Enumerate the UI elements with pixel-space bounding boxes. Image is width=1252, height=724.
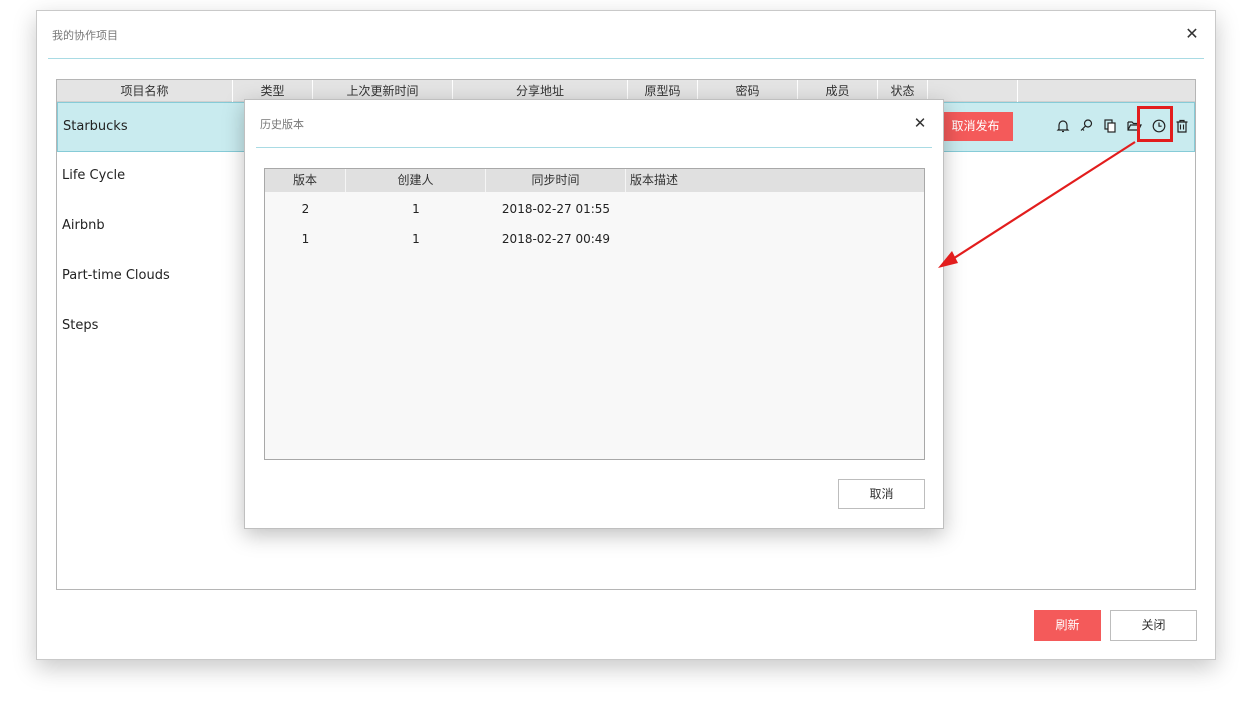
refresh-button[interactable]: 刷新 [1034,610,1101,641]
version-cell: 1 [301,232,310,246]
description-cell [626,224,924,254]
version-cell: 2 [301,202,310,216]
sync-time-cell: 2018-02-27 01:55 [501,202,611,216]
close-icon[interactable]: ✕ [1183,25,1201,43]
creator-cell: 1 [412,202,420,216]
table-row[interactable]: 1 1 2018-02-27 00:49 [265,224,924,254]
project-name: Airbnb [62,218,105,233]
column-header-version[interactable]: 版本 [265,169,346,192]
key-icon[interactable] [1077,117,1095,135]
column-header-sync-time[interactable]: 同步时间 [486,169,626,192]
version-table: 版本 创建人 同步时间 版本描述 2 1 2018-02-27 01:55 1 … [264,168,925,460]
project-name: Part-time Clouds [62,268,170,283]
column-header-creator[interactable]: 创建人 [346,169,486,192]
annotation-highlight-box [1137,106,1173,142]
copy-icon[interactable] [1101,117,1119,135]
column-header-description[interactable]: 版本描述 [626,169,924,192]
project-name: Steps [62,318,99,333]
project-name: Life Cycle [62,168,126,183]
dialog-title: 历史版本 [260,118,304,131]
description-cell [626,194,924,224]
close-button[interactable]: 关闭 [1110,610,1197,641]
project-name: Starbucks [63,119,128,134]
cancel-button[interactable]: 取消 [838,479,925,509]
creator-cell: 1 [412,232,420,246]
column-header-name[interactable]: 项目名称 [57,80,233,102]
title-divider [48,58,1204,59]
version-table-header: 版本 创建人 同步时间 版本描述 [265,169,924,192]
sync-time-cell: 2018-02-27 00:49 [501,232,611,246]
table-row[interactable]: 2 1 2018-02-27 01:55 [265,194,924,224]
trash-icon[interactable] [1173,117,1191,135]
window-title: 我的协作项目 [52,29,118,42]
unpublish-button[interactable]: 取消发布 [938,112,1013,141]
history-versions-dialog: 历史版本 ✕ 版本 创建人 同步时间 版本描述 2 1 2018-02-27 0… [244,99,944,529]
title-divider [256,147,932,148]
close-icon[interactable]: ✕ [911,114,929,132]
bell-icon[interactable] [1054,117,1072,135]
